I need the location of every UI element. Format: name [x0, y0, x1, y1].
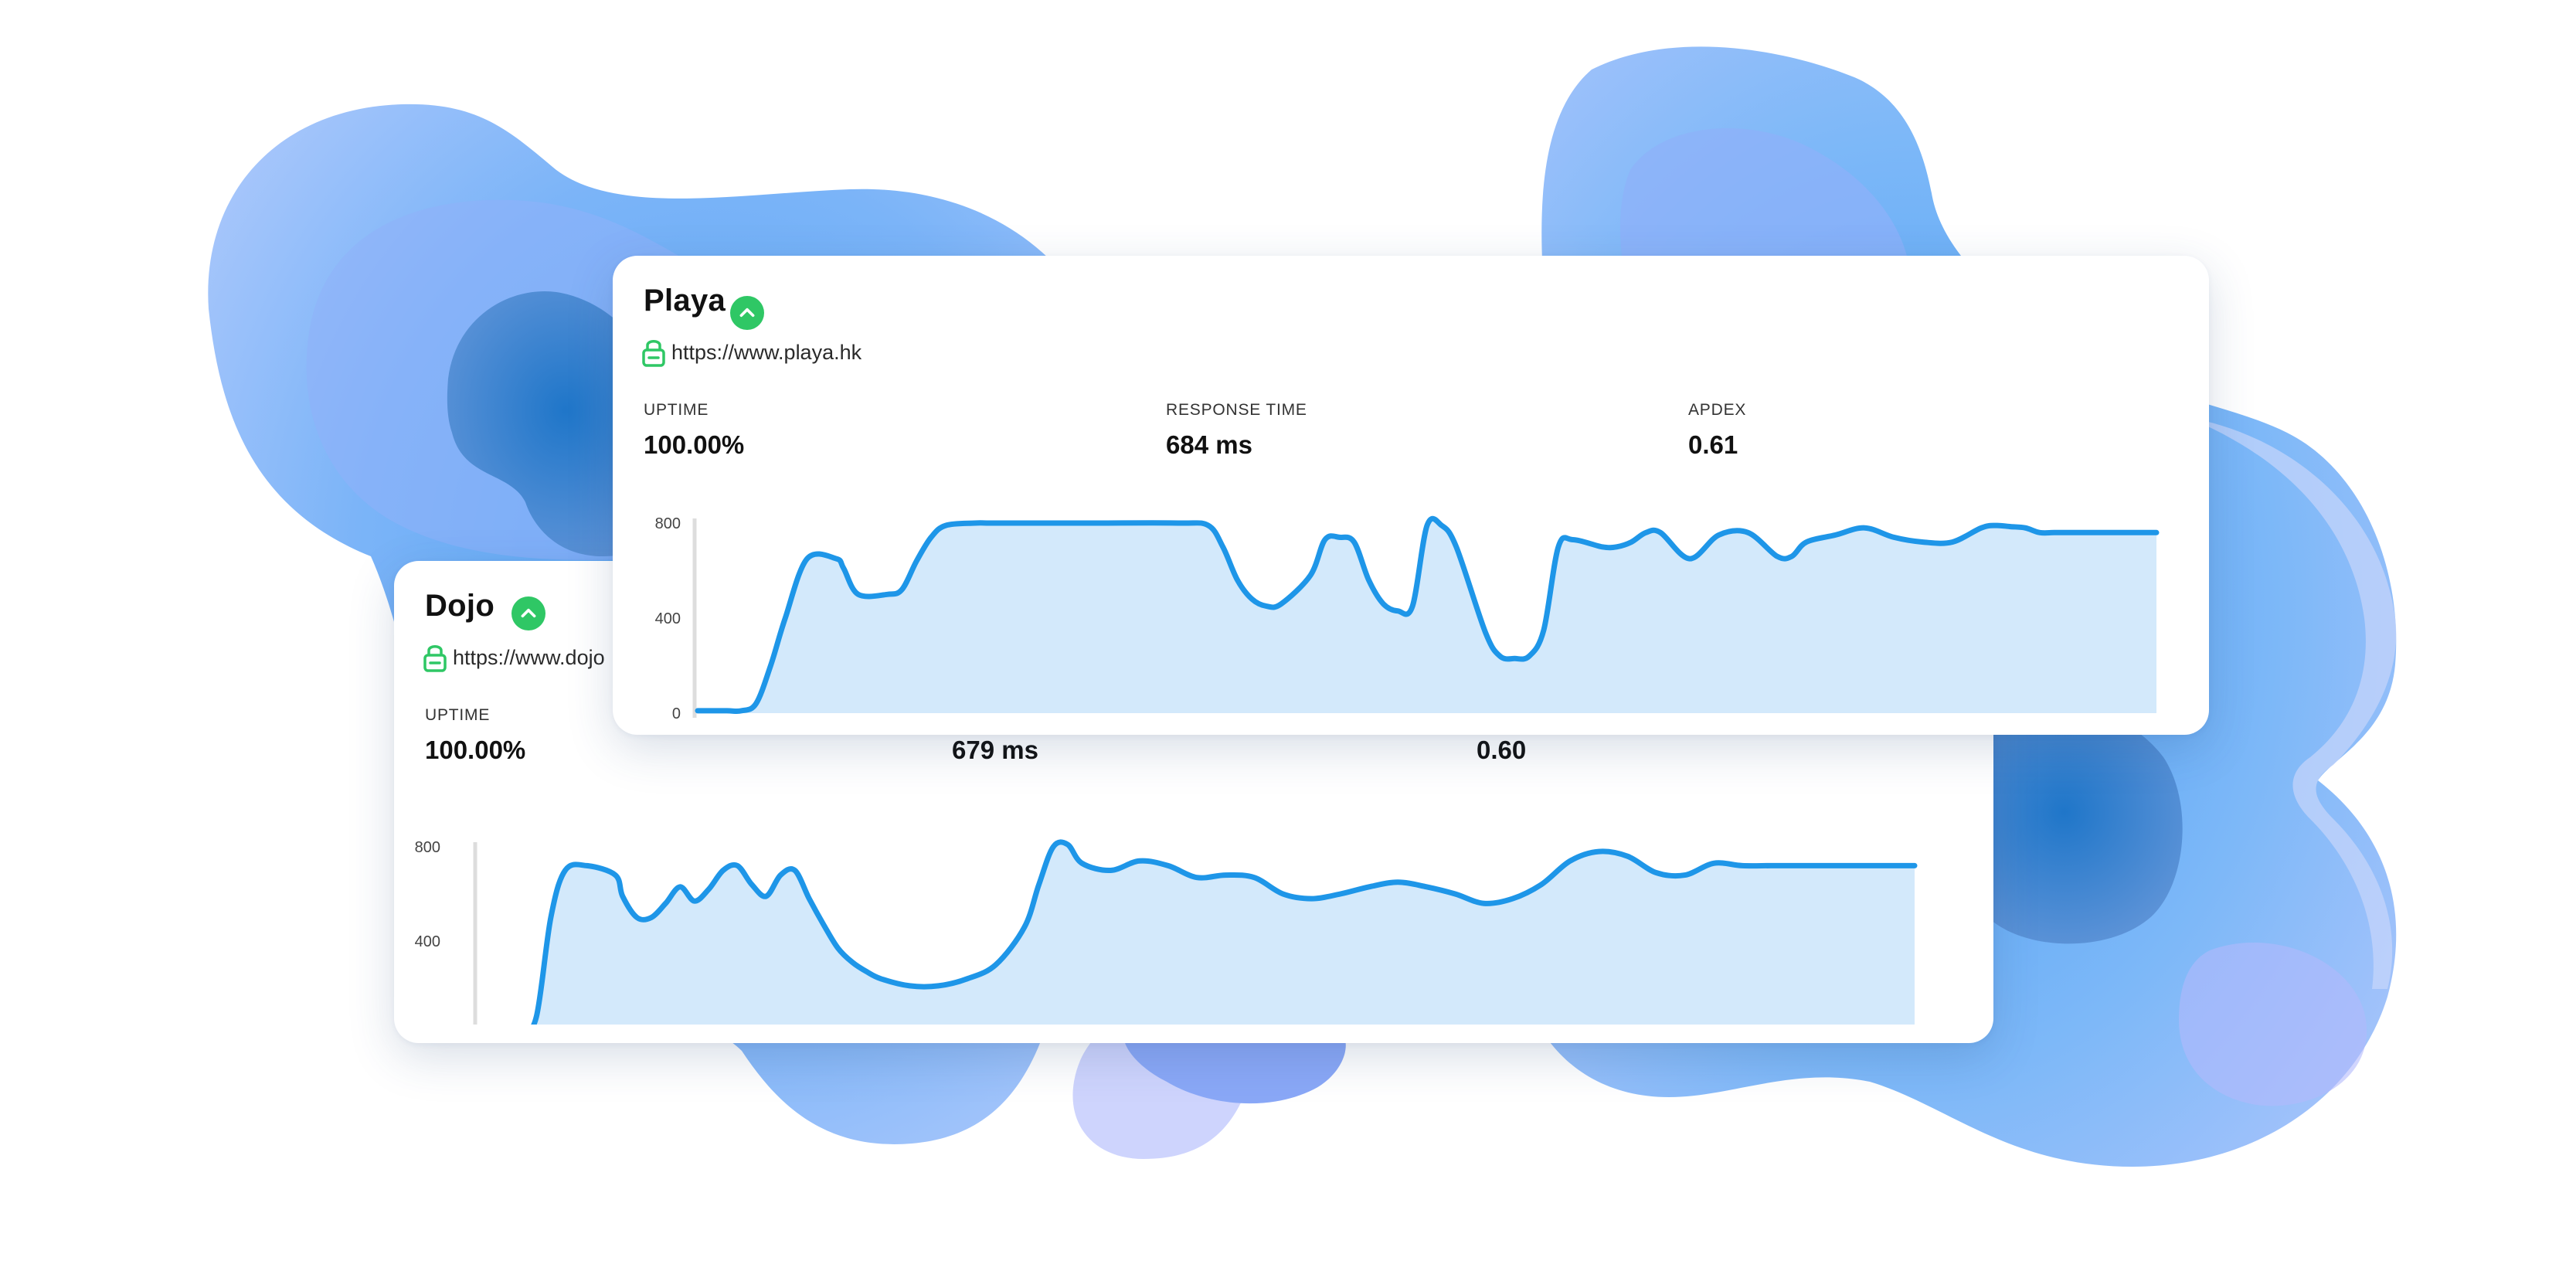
lock-icon: [642, 340, 665, 367]
site-name: Dojo: [425, 589, 495, 623]
y-tick-label: 0: [672, 705, 681, 719]
metric-label: APDEX: [1688, 401, 1747, 419]
y-tick-label: 800: [415, 839, 440, 856]
metric-apdex: APDEX 0.61: [1688, 401, 1746, 460]
response-time-chart: 0 400 800: [655, 515, 2160, 719]
metric-value: 100.00%: [425, 736, 526, 764]
metric-value: 0.61: [1688, 430, 1738, 459]
metric-uptime: UPTIME 100.00%: [425, 706, 525, 765]
y-tick-label: 800: [655, 515, 681, 532]
site-url[interactable]: https://www.dojo: [453, 646, 605, 670]
monitor-card-playa[interactable]: Playa https://www.playa.hk UPTIME 100.00…: [613, 256, 2209, 735]
metric-response-time: RESPONSE TIME 684 ms: [1166, 401, 1307, 460]
metric-label: RESPONSE TIME: [1166, 401, 1307, 419]
chevron-up-icon: [739, 308, 755, 318]
metric-label: UPTIME: [425, 706, 491, 724]
site-name: Playa: [644, 284, 726, 318]
status-up-indicator: [511, 596, 545, 630]
metric-value: 0.60: [1477, 736, 1527, 764]
chevron-up-icon: [521, 608, 536, 618]
metric-value: 684 ms: [1166, 430, 1252, 459]
response-time-chart: 0400800: [415, 839, 1918, 1025]
metric-label: UPTIME: [644, 401, 709, 419]
metric-value: 100.00%: [644, 430, 745, 459]
url-row: https://www.dojo: [422, 642, 605, 673]
area-fill: [698, 518, 2156, 713]
url-row: https://www.playa.hk: [641, 337, 861, 368]
status-up-indicator: [730, 296, 764, 330]
y-tick-label: 400: [655, 610, 681, 627]
metric-uptime: UPTIME 100.00%: [644, 401, 744, 460]
y-tick-label: 400: [415, 933, 440, 950]
site-url[interactable]: https://www.playa.hk: [671, 341, 861, 365]
metric-value: 679 ms: [952, 736, 1038, 764]
lock-icon: [423, 645, 447, 672]
